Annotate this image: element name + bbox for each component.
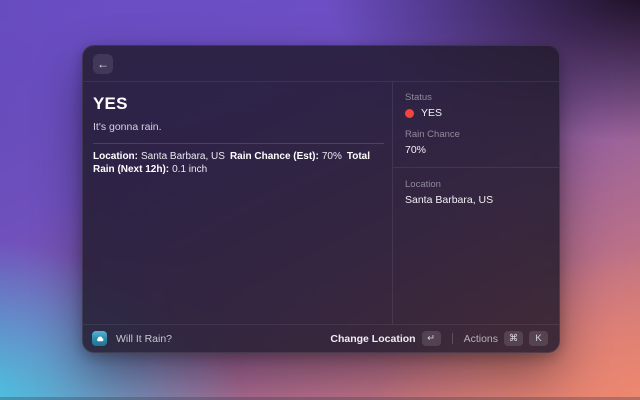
- app-chip: Will It Rain?: [92, 331, 172, 346]
- rain-chance-label: Rain Chance: [405, 129, 547, 140]
- status-label: Status: [405, 92, 547, 103]
- cloud-icon: [95, 334, 105, 344]
- k-key-icon: K: [529, 331, 548, 346]
- change-location-button[interactable]: Change Location ↵: [328, 330, 442, 347]
- detail-value-rain-chance: 70%: [322, 151, 342, 162]
- status-row: YES: [405, 107, 547, 119]
- metadata-sidebar: Status YES Rain Chance 70% Location Sant…: [393, 82, 559, 324]
- sidebar-divider: [393, 167, 559, 168]
- app-name-label: Will It Rain?: [116, 333, 172, 345]
- location-label: Location: [405, 179, 547, 190]
- back-button[interactable]: ←: [93, 54, 113, 74]
- back-arrow-icon: ←: [97, 58, 109, 70]
- window-footer: Will It Rain? Change Location ↵ Actions …: [83, 324, 559, 352]
- command-key-icon: ⌘: [504, 331, 523, 346]
- result-title: YES: [93, 94, 384, 114]
- footer-actions: Change Location ↵ Actions ⌘ K: [328, 330, 550, 347]
- change-location-label: Change Location: [330, 333, 415, 345]
- location-value: Santa Barbara, US: [405, 194, 547, 206]
- detail-label-location: Location:: [93, 151, 138, 162]
- result-subtitle: It's gonna rain.: [93, 121, 384, 133]
- detail-value-location: Santa Barbara, US: [141, 151, 225, 162]
- actions-button[interactable]: Actions ⌘ K: [462, 330, 550, 347]
- status-value: YES: [421, 107, 442, 119]
- result-pane: YES It's gonna rain. Location:Santa Barb…: [83, 82, 392, 324]
- raycast-window: ← YES It's gonna rain. Location:Santa Ba…: [82, 45, 560, 353]
- return-key-icon: ↵: [422, 331, 441, 346]
- status-dot-icon: [405, 109, 414, 118]
- rain-chance-value: 70%: [405, 144, 547, 156]
- window-content: YES It's gonna rain. Location:Santa Barb…: [83, 82, 559, 324]
- footer-divider: [452, 333, 453, 344]
- desktop-wallpaper: ← YES It's gonna rain. Location:Santa Ba…: [0, 0, 640, 400]
- window-header: ←: [83, 46, 559, 82]
- actions-label: Actions: [464, 333, 498, 345]
- content-divider: [93, 143, 384, 144]
- detail-label-rain-chance: Rain Chance (Est):: [230, 151, 319, 162]
- will-it-rain-app-icon: [92, 331, 107, 346]
- result-details: Location:Santa Barbara, US Rain Chance (E…: [93, 151, 384, 176]
- detail-value-total-rain: 0.1 inch: [172, 164, 207, 175]
